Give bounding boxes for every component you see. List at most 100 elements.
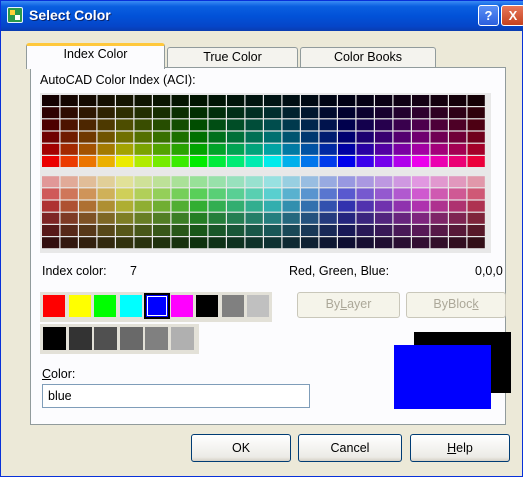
aci-swatch[interactable]	[171, 107, 189, 119]
aci-swatch[interactable]	[430, 212, 448, 224]
aci-swatch[interactable]	[79, 237, 97, 249]
aci-swatch[interactable]	[116, 131, 134, 143]
aci-swatch[interactable]	[245, 156, 263, 167]
aci-swatch[interactable]	[467, 237, 485, 249]
aci-swatch[interactable]	[134, 200, 152, 212]
aci-swatch[interactable]	[338, 95, 356, 106]
aci-swatch[interactable]	[245, 143, 263, 155]
aci-swatch[interactable]	[412, 225, 430, 236]
aci-swatch[interactable]	[319, 131, 337, 143]
aci-swatch[interactable]	[245, 131, 263, 143]
aci-swatch[interactable]	[319, 107, 337, 119]
aci-swatch[interactable]	[467, 188, 485, 200]
aci-swatch[interactable]	[97, 212, 115, 224]
aci-swatch[interactable]	[208, 237, 226, 249]
aci-swatch[interactable]	[79, 188, 97, 200]
aci-swatch[interactable]	[301, 119, 319, 131]
aci-swatch[interactable]	[190, 237, 208, 249]
aci-swatch[interactable]	[412, 188, 430, 200]
aci-swatch[interactable]	[412, 212, 430, 224]
aci-swatch[interactable]	[42, 237, 60, 249]
aci-swatch[interactable]	[42, 119, 60, 131]
gray-shade-swatch[interactable]	[145, 327, 168, 350]
aci-swatch[interactable]	[208, 107, 226, 119]
aci-swatch[interactable]	[208, 212, 226, 224]
aci-swatch[interactable]	[190, 107, 208, 119]
aci-swatch[interactable]	[449, 212, 467, 224]
aci-swatch[interactable]	[301, 237, 319, 249]
aci-swatch[interactable]	[208, 225, 226, 236]
aci-swatch[interactable]	[79, 200, 97, 212]
aci-swatch[interactable]	[79, 212, 97, 224]
aci-swatch[interactable]	[319, 212, 337, 224]
aci-swatch[interactable]	[282, 119, 300, 131]
aci-swatch[interactable]	[208, 156, 226, 167]
byblock-button[interactable]: ByBlock	[406, 292, 506, 318]
aci-swatch[interactable]	[153, 143, 171, 155]
aci-swatch[interactable]	[134, 143, 152, 155]
aci-swatch[interactable]	[245, 225, 263, 236]
aci-swatch[interactable]	[264, 119, 282, 131]
aci-swatch[interactable]	[116, 176, 134, 188]
aci-swatch[interactable]	[227, 237, 245, 249]
aci-swatch[interactable]	[60, 188, 78, 200]
aci-swatch[interactable]	[134, 95, 152, 106]
tab-true-color[interactable]: True Color	[167, 47, 298, 68]
aci-swatch[interactable]	[449, 107, 467, 119]
aci-swatch[interactable]	[301, 212, 319, 224]
aci-swatch[interactable]	[153, 200, 171, 212]
aci-swatch[interactable]	[356, 188, 374, 200]
aci-swatch[interactable]	[467, 225, 485, 236]
aci-swatch[interactable]	[171, 119, 189, 131]
aci-swatch[interactable]	[282, 131, 300, 143]
aci-swatch[interactable]	[264, 107, 282, 119]
aci-swatch[interactable]	[319, 200, 337, 212]
aci-swatch[interactable]	[412, 176, 430, 188]
aci-swatch[interactable]	[42, 212, 60, 224]
aci-swatch[interactable]	[60, 95, 78, 106]
aci-swatch[interactable]	[319, 176, 337, 188]
aci-swatch[interactable]	[134, 119, 152, 131]
aci-swatch[interactable]	[393, 107, 411, 119]
aci-swatch[interactable]	[264, 200, 282, 212]
aci-swatch[interactable]	[190, 143, 208, 155]
aci-swatch[interactable]	[449, 188, 467, 200]
aci-swatch[interactable]	[449, 119, 467, 131]
aci-swatch[interactable]	[79, 156, 97, 167]
aci-swatch[interactable]	[190, 119, 208, 131]
aci-swatch[interactable]	[301, 143, 319, 155]
standard-color-swatch[interactable]	[247, 295, 269, 317]
aci-swatch[interactable]	[467, 176, 485, 188]
standard-color-swatch[interactable]	[170, 295, 193, 317]
aci-swatch[interactable]	[301, 188, 319, 200]
aci-swatch[interactable]	[42, 176, 60, 188]
aci-swatch[interactable]	[375, 119, 393, 131]
aci-swatch[interactable]	[430, 200, 448, 212]
aci-swatch[interactable]	[282, 237, 300, 249]
aci-swatch[interactable]	[60, 200, 78, 212]
aci-swatch[interactable]	[153, 188, 171, 200]
aci-swatch[interactable]	[171, 156, 189, 167]
aci-swatch[interactable]	[208, 176, 226, 188]
aci-swatch[interactable]	[430, 225, 448, 236]
aci-swatch[interactable]	[134, 188, 152, 200]
aci-swatch[interactable]	[319, 119, 337, 131]
standard-color-swatch[interactable]	[68, 295, 91, 317]
aci-swatch[interactable]	[116, 107, 134, 119]
aci-swatch[interactable]	[338, 200, 356, 212]
aci-swatch[interactable]	[356, 156, 374, 167]
aci-swatch[interactable]	[467, 200, 485, 212]
aci-swatch[interactable]	[227, 131, 245, 143]
aci-swatch[interactable]	[79, 131, 97, 143]
aci-swatch[interactable]	[245, 176, 263, 188]
aci-swatch[interactable]	[412, 131, 430, 143]
aci-swatch[interactable]	[393, 237, 411, 249]
aci-swatch[interactable]	[42, 200, 60, 212]
aci-swatch[interactable]	[134, 176, 152, 188]
aci-swatch[interactable]	[97, 131, 115, 143]
aci-swatch[interactable]	[264, 212, 282, 224]
aci-swatch[interactable]	[338, 237, 356, 249]
aci-swatch[interactable]	[208, 131, 226, 143]
aci-swatch[interactable]	[227, 119, 245, 131]
aci-swatch[interactable]	[319, 95, 337, 106]
